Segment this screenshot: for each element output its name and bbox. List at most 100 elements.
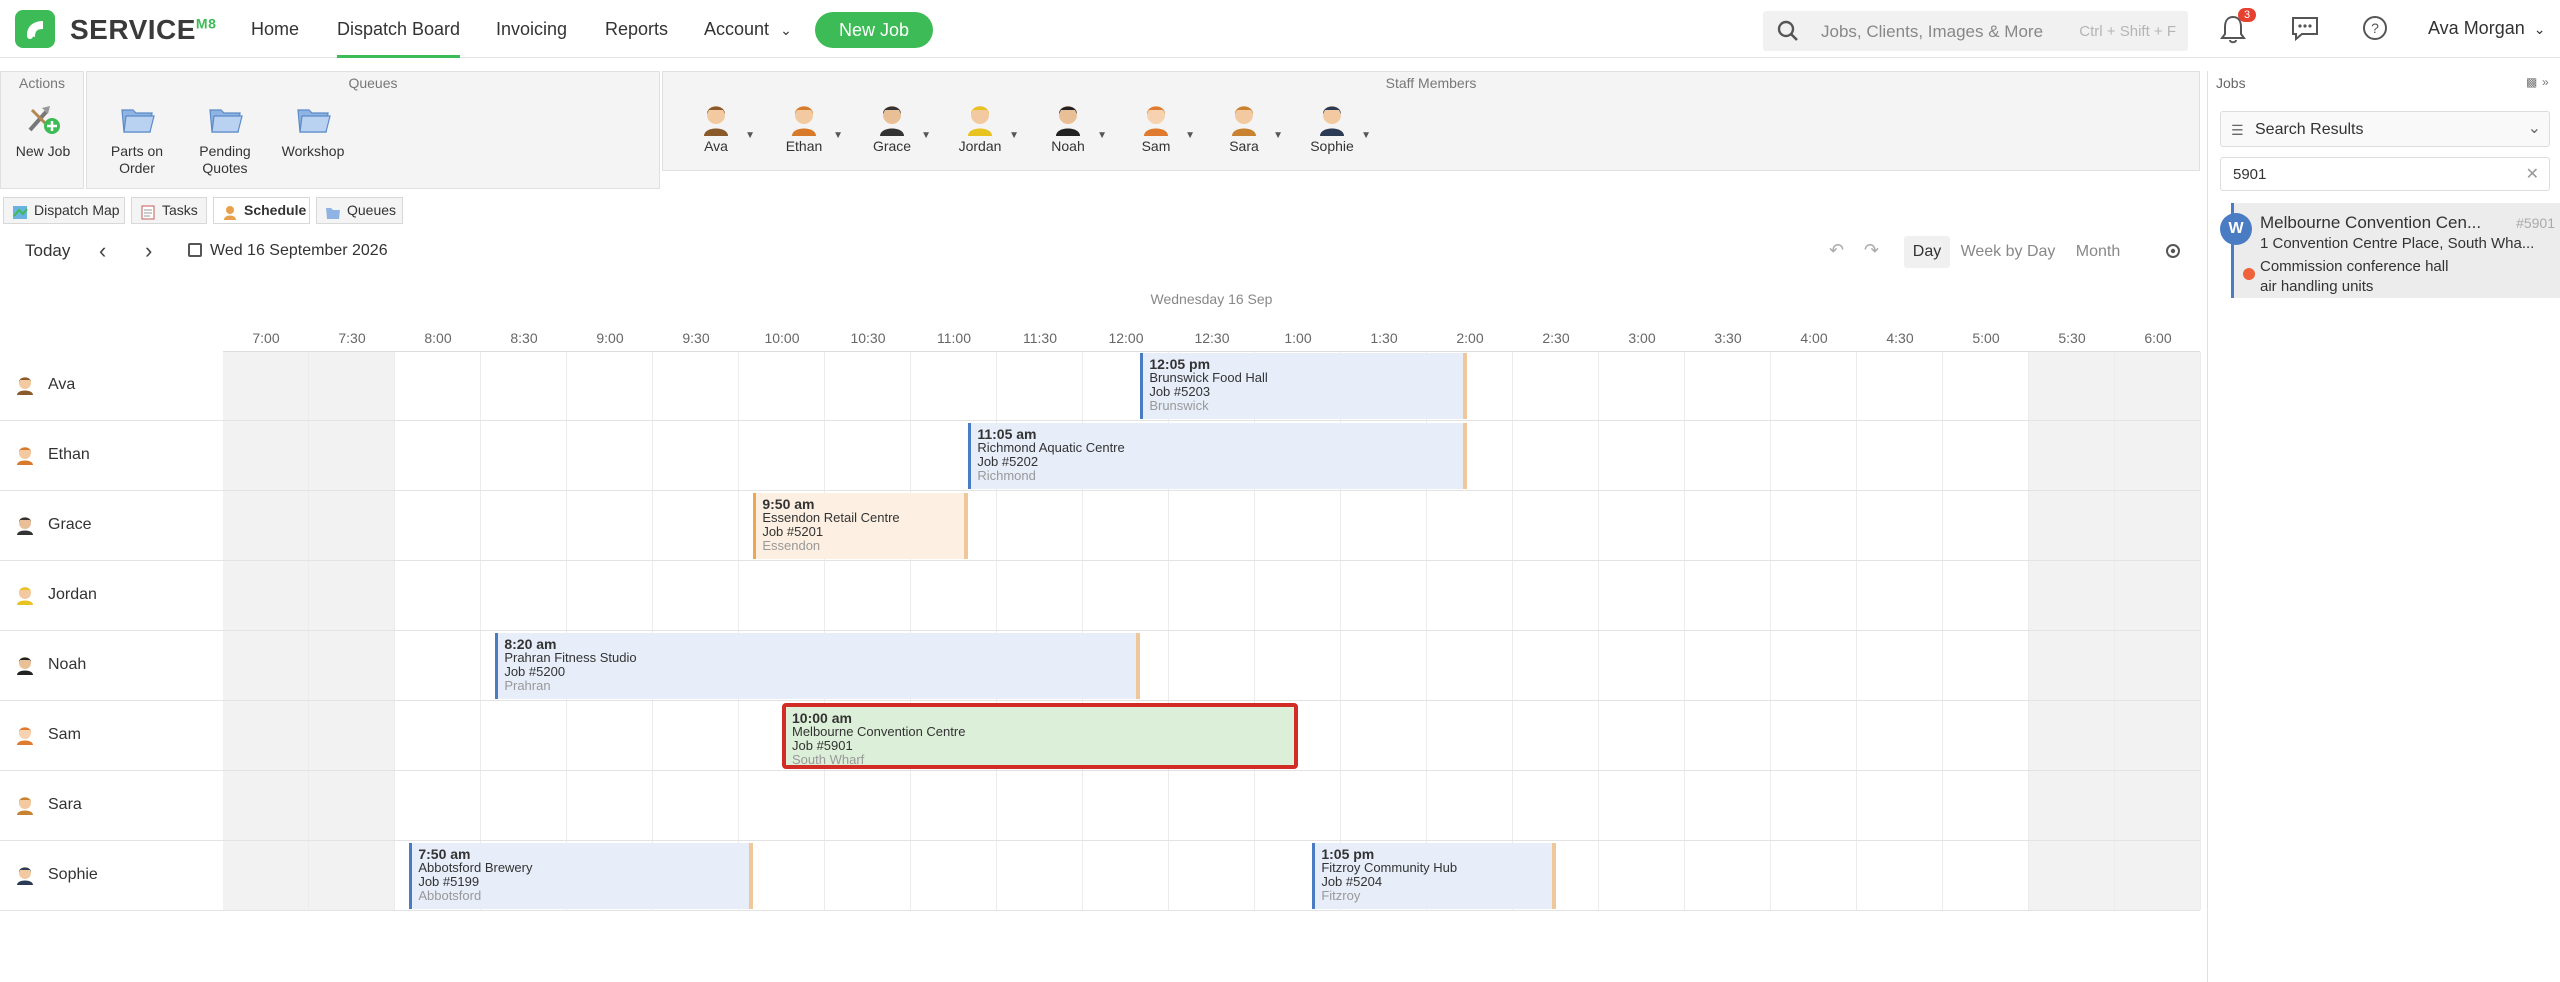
staff-row-ava[interactable]: Ava	[0, 351, 222, 420]
chevron-down-icon[interactable]: ▼	[745, 130, 755, 141]
job-result-description: Commission conference hall air handling …	[2260, 258, 2449, 295]
chevron-down-icon[interactable]: ▼	[1273, 130, 1283, 141]
staff-row-sara[interactable]: Sara	[0, 771, 222, 840]
staff-row-name: Sam	[48, 726, 81, 743]
jobs-search-input[interactable]: 5901 ✕	[2220, 157, 2550, 191]
staff-filter-jordan[interactable]: Jordan ▼	[939, 102, 1021, 154]
staff-filter-sara[interactable]: Sara ▼	[1203, 102, 1285, 154]
staff-filter-ethan[interactable]: Ethan ▼	[763, 102, 845, 154]
previous-day-button[interactable]: ‹	[99, 238, 106, 264]
queue-workshop[interactable]: Workshop	[271, 102, 355, 160]
calendar-icon[interactable]	[188, 243, 202, 257]
nav-invoicing[interactable]: Invoicing	[496, 0, 567, 58]
schedule-event[interactable]: 7:50 am Abbotsford Brewery Job #5199 Abbots…	[409, 843, 754, 909]
time-label: 8:00	[424, 330, 452, 346]
chat-icon[interactable]	[2290, 14, 2320, 44]
time-label: 1:00	[1284, 330, 1312, 346]
view-day-button[interactable]: Day	[1904, 236, 1950, 268]
time-label: 3:30	[1714, 330, 1742, 346]
time-label: 10:00	[764, 330, 800, 346]
queue-parts-on-order-label: Parts on Order	[110, 143, 164, 176]
help-icon[interactable]: ?	[2361, 14, 2391, 44]
staff-row-name: Sophie	[48, 866, 98, 883]
schedule-event[interactable]: 8:20 am Prahran Fitness Studio Job #5200 Pr…	[495, 633, 1141, 699]
staff-filter-sophie[interactable]: Sophie ▼	[1291, 102, 1373, 154]
staff-row-grace[interactable]: Grace	[0, 491, 222, 560]
staff-filter-grace[interactable]: Grace ▼	[851, 102, 933, 154]
staff-filter-label: Grace	[872, 138, 912, 154]
map-icon	[12, 203, 28, 219]
view-month-button[interactable]: Month	[2066, 236, 2130, 268]
notification-badge: 3	[2238, 8, 2256, 22]
view-week-by-day-button[interactable]: Week by Day	[1956, 236, 2060, 268]
queue-pending-quotes-label: Pending Quotes	[199, 143, 251, 176]
nav-dispatch-board[interactable]: Dispatch Board	[337, 0, 461, 58]
job-result-address: 1 Convention Centre Place, South Wha...	[2260, 235, 2535, 252]
staff-filter-noah[interactable]: Noah ▼	[1027, 102, 1109, 154]
event-title: Prahran Fitness Studio	[504, 650, 637, 665]
time-label: 1:30	[1370, 330, 1398, 346]
user-menu[interactable]: Ava Morgan ⌄	[2428, 18, 2545, 39]
new-job-button[interactable]: New Job	[815, 12, 933, 48]
chevron-down-icon[interactable]: ▼	[921, 130, 931, 141]
folder-icon	[325, 203, 341, 219]
staff-filter-sam[interactable]: Sam ▼	[1115, 102, 1197, 154]
chevron-down-icon[interactable]: ▼	[1185, 130, 1195, 141]
event-suburb: Essendon	[762, 538, 821, 553]
undo-icon[interactable]: ↶	[1829, 240, 1844, 261]
today-button[interactable]: Today	[25, 241, 70, 261]
time-label: 10:30	[850, 330, 886, 346]
collapse-panel-icon[interactable]: »	[2542, 75, 2549, 89]
event-suburb: Richmond	[977, 468, 1036, 483]
staff-row-sophie[interactable]: Sophie	[0, 841, 222, 910]
tab-schedule[interactable]: Schedule	[213, 197, 310, 224]
staff-row-noah[interactable]: Noah	[0, 631, 222, 700]
nav-home[interactable]: Home	[251, 0, 299, 58]
jobs-filter-label: Search Results	[2255, 121, 2364, 138]
staff-row-ethan[interactable]: Ethan	[0, 421, 222, 490]
tab-schedule-label: Schedule	[244, 202, 307, 218]
expand-icon[interactable]: ▩	[2526, 75, 2537, 89]
toolbar-new-job-button[interactable]: New Job	[1, 102, 85, 160]
top-nav: SERVICEM8 Home Dispatch Board Invoicing …	[0, 0, 2560, 58]
chevron-down-icon[interactable]: ▼	[1361, 130, 1371, 141]
clear-search-icon[interactable]: ✕	[2526, 164, 2539, 184]
jobs-filter-select[interactable]: ☰ Search Results ⌄	[2220, 111, 2550, 147]
chevron-down-icon[interactable]: ▼	[1009, 130, 1019, 141]
jobs-search-value: 5901	[2233, 166, 2267, 183]
global-search-input[interactable]: Jobs, Clients, Images & More Ctrl + Shif…	[1763, 11, 2188, 51]
schedule-event[interactable]: 1:05 pm Fitzroy Community Hub Job #5204 Fit…	[1312, 843, 1556, 909]
time-label: 2:00	[1456, 330, 1484, 346]
event-title: Essendon Retail Centre	[762, 510, 900, 525]
tab-tasks[interactable]: Tasks	[131, 197, 207, 224]
current-date[interactable]: Wed 16 September 2026	[210, 242, 388, 260]
staff-row-sam[interactable]: Sam	[0, 701, 222, 770]
staff-row-jordan[interactable]: Jordan	[0, 561, 222, 630]
toolbar-new-job-label: New Job	[15, 143, 71, 159]
schedule-event[interactable]: 12:05 pm Brunswick Food Hall Job #5203 Brun…	[1140, 353, 1468, 419]
event-job-number: Job #5202	[977, 454, 1039, 469]
nav-account[interactable]: Account ⌄	[704, 0, 792, 58]
schedule-event[interactable]: 9:50 am Essendon Retail Centre Job #5201 Es…	[753, 493, 969, 559]
chevron-down-icon[interactable]: ▼	[1097, 130, 1107, 141]
queue-pending-quotes[interactable]: Pending Quotes	[183, 102, 267, 177]
job-status-badge: W	[2220, 213, 2252, 245]
queue-parts-on-order[interactable]: Parts on Order	[95, 102, 179, 177]
schedule-event[interactable]: 10:00 am Melbourne Convention Centre Job #…	[782, 703, 1298, 769]
schedule-event[interactable]: 11:05 am Richmond Aquatic Centre Job #5202…	[968, 423, 1468, 489]
staff-avatar-icon	[16, 375, 34, 400]
redo-icon[interactable]: ↷	[1864, 240, 1879, 261]
tab-dispatch-map[interactable]: Dispatch Map	[3, 197, 125, 224]
nav-account-label: Account	[704, 19, 770, 39]
staff-filter-ava[interactable]: Ava ▼	[675, 102, 757, 154]
logo-icon[interactable]	[15, 10, 55, 48]
chevron-down-icon[interactable]: ▼	[833, 130, 843, 141]
search-placeholder: Jobs, Clients, Images & More	[1821, 22, 2044, 41]
gear-icon[interactable]	[2164, 242, 2182, 265]
next-day-button[interactable]: ›	[145, 238, 152, 264]
time-label: 9:00	[596, 330, 624, 346]
event-time: 7:50 am	[418, 846, 471, 862]
nav-reports[interactable]: Reports	[605, 0, 668, 58]
tab-queues[interactable]: Queues	[316, 197, 403, 224]
job-result-card[interactable]: W Melbourne Convention Cen... #5901 1 Co…	[2220, 203, 2560, 298]
